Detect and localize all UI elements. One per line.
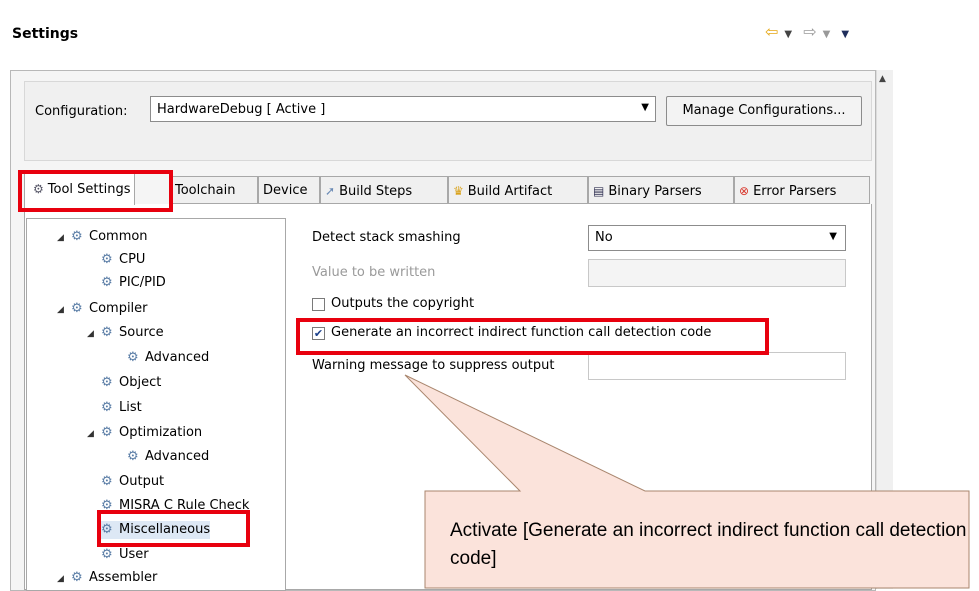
callout-text: Activate [Generate an incorrect indirect…: [450, 520, 967, 569]
expand-triangle-icon[interactable]: ◢: [57, 570, 71, 588]
page-title: Settings: [12, 26, 79, 42]
expand-triangle-icon[interactable]: ◢: [57, 301, 71, 319]
tree-item-source[interactable]: ◢ ⚙ Source: [87, 324, 164, 343]
tool-icon: ⚙: [101, 252, 113, 267]
tree-item-output[interactable]: ⚙ Output: [101, 473, 164, 491]
configuration-select[interactable]: HardwareDebug [ Active ] ▼: [150, 96, 656, 122]
expand-triangle-icon[interactable]: ◢: [57, 229, 71, 247]
tree-item-object[interactable]: ⚙ Object: [101, 374, 161, 392]
tool-icon: ⚙: [101, 474, 113, 489]
tree-item-source-advanced[interactable]: ⚙ Advanced: [127, 349, 209, 367]
tab-build-steps[interactable]: ➚ Build Steps: [320, 176, 448, 204]
tab-label: Build Artifact: [467, 184, 553, 199]
tool-icon: ⚙: [101, 325, 113, 340]
detect-stack-smashing-value: No: [595, 230, 613, 245]
tool-icon: ⚙: [127, 350, 139, 365]
tab-device[interactable]: Device: [258, 176, 320, 204]
tree-item-pic-pid[interactable]: ⚙ PIC/PID: [101, 274, 166, 292]
tab-label: Toolchain: [175, 183, 236, 198]
tree-item-user[interactable]: ⚙ User: [101, 546, 149, 564]
tab-label: Binary Parsers: [608, 184, 702, 199]
detect-stack-smashing-select[interactable]: No ▼: [588, 225, 846, 251]
tab-label: Build Steps: [339, 184, 413, 199]
tool-icon: ⚙: [101, 425, 113, 440]
tool-icon: ⚙: [101, 375, 113, 390]
tree-item-label: Advanced: [145, 449, 210, 464]
chevron-down-icon: ▼: [641, 102, 649, 113]
value-to-be-written-field: [588, 259, 846, 287]
configuration-label: Configuration:: [35, 104, 128, 119]
tool-icon: ⚙: [127, 449, 139, 464]
forward-arrow-icon[interactable]: ⇨: [803, 22, 816, 41]
tool-icon: ⚙: [101, 547, 113, 562]
tree-item-assembler[interactable]: ◢ ⚙ Assembler: [57, 569, 157, 588]
forward-dropdown-icon[interactable]: ▼: [823, 29, 831, 40]
manage-configurations-button[interactable]: Manage Configurations...: [666, 96, 862, 126]
highlight-generate-option: [296, 318, 769, 355]
tree-item-label: Compiler: [89, 301, 148, 316]
tree-item-list[interactable]: ⚙ List: [101, 399, 142, 417]
expand-triangle-icon[interactable]: ◢: [87, 325, 101, 343]
vertical-scrollbar[interactable]: [876, 70, 893, 589]
tab-toolchain[interactable]: Toolchain: [170, 176, 258, 204]
tree-item-label: Source: [119, 325, 164, 340]
tree-item-optimization[interactable]: ◢ ⚙ Optimization: [87, 424, 202, 443]
tree-item-label: CPU: [119, 252, 146, 267]
tree-item-common[interactable]: ◢ ⚙ Common: [57, 228, 148, 247]
tree-item-label: Optimization: [119, 425, 203, 440]
back-arrow-icon[interactable]: ⇦: [765, 22, 778, 41]
tree-item-label: Advanced: [145, 350, 210, 365]
warning-message-label: Warning message to suppress output: [312, 358, 555, 373]
scroll-up-icon[interactable]: ▲: [879, 74, 886, 84]
outputs-copyright-checkbox[interactable]: [312, 298, 325, 311]
configuration-value: HardwareDebug [ Active ]: [157, 102, 326, 117]
gear-icon: ⚙: [71, 301, 83, 316]
tool-icon: ⚙: [101, 400, 113, 415]
expand-triangle-icon[interactable]: ◢: [87, 425, 101, 443]
tree-item-optimization-advanced[interactable]: ⚙ Advanced: [127, 448, 209, 466]
tree-item-label: Object: [119, 375, 162, 390]
trophy-icon: ♛: [453, 184, 464, 198]
gear-icon: ⚙: [71, 570, 83, 585]
tab-build-artifact[interactable]: ♛ Build Artifact: [448, 176, 588, 204]
chevron-down-icon: ▼: [829, 231, 837, 242]
tree-item-compiler[interactable]: ◢ ⚙ Compiler: [57, 300, 148, 319]
settings-header: Settings ⇦ ▼ ⇨ ▼ ▼: [0, 0, 893, 70]
back-dropdown-icon[interactable]: ▼: [784, 29, 792, 40]
tab-error-parsers[interactable]: ⊗ Error Parsers: [734, 176, 870, 204]
gear-icon: ⚙: [71, 229, 83, 244]
tree-item-label: Output: [119, 474, 165, 489]
outputs-copyright-label: Outputs the copyright: [331, 296, 475, 311]
tab-label: Error Parsers: [753, 184, 837, 199]
error-icon: ⊗: [739, 184, 750, 198]
view-menu-icon[interactable]: ▼: [841, 29, 849, 40]
tree-item-label: User: [119, 547, 149, 562]
highlight-miscellaneous: [97, 510, 250, 547]
highlight-tool-settings: [18, 170, 173, 212]
tool-icon: ⚙: [101, 275, 113, 290]
binary-icon: ▤: [593, 184, 605, 198]
detect-stack-smashing-label: Detect stack smashing: [312, 230, 461, 245]
navigation-controls: ⇦ ▼ ⇨ ▼ ▼: [765, 22, 855, 41]
tab-label: Device: [263, 183, 308, 198]
tree-item-label: Assembler: [89, 570, 158, 585]
build-steps-icon: ➚: [325, 184, 336, 198]
warning-message-field[interactable]: [588, 352, 846, 380]
tab-binary-parsers[interactable]: ▤ Binary Parsers: [588, 176, 734, 204]
tree-item-label: PIC/PID: [119, 275, 166, 290]
value-to-be-written-label: Value to be written: [312, 265, 436, 280]
tree-item-label: List: [119, 400, 142, 415]
tree-item-cpu[interactable]: ⚙ CPU: [101, 251, 145, 269]
tree-item-label: Common: [89, 229, 148, 244]
